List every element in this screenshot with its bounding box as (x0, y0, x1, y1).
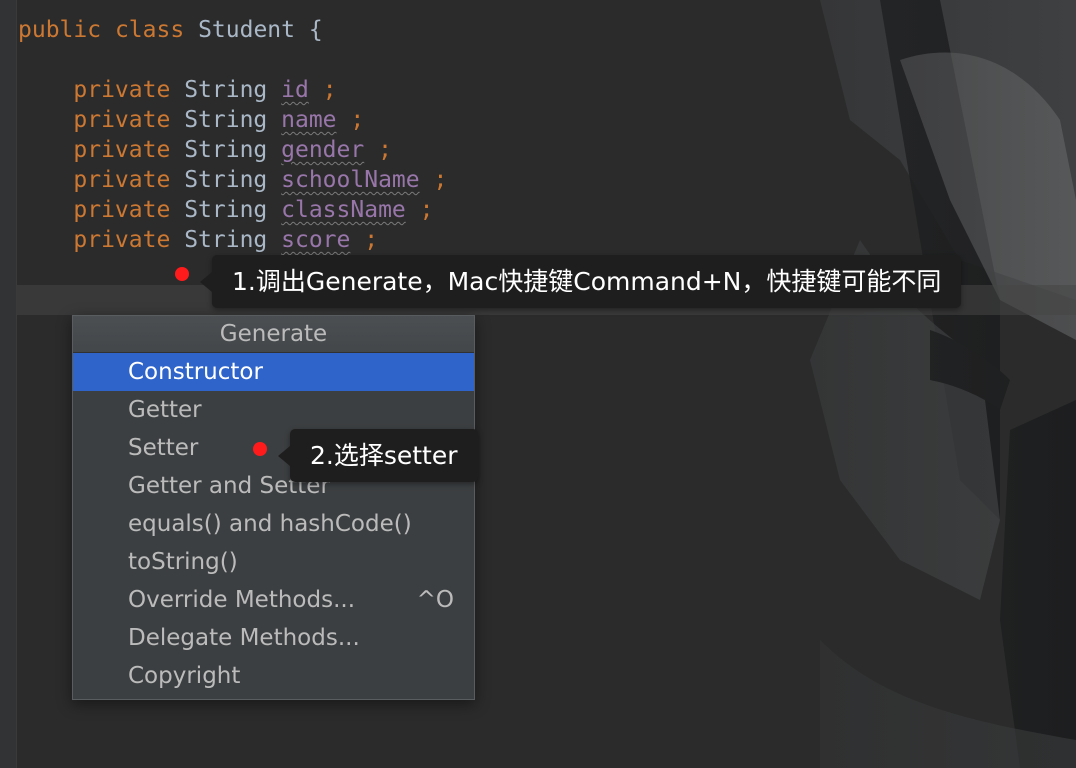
field-modifier: private (73, 77, 171, 103)
callout-step2: 2.选择setter (278, 429, 478, 482)
menu-item-copyright[interactable]: Copyright (73, 657, 474, 695)
menu-item-label: Override Methods... (128, 587, 356, 613)
shortcut-label: ^O (416, 587, 454, 613)
field-type: String (184, 227, 268, 253)
field-type: String (184, 167, 268, 193)
field-type: String (184, 197, 268, 223)
popup-title: Generate (73, 316, 474, 353)
field-name: className (281, 197, 406, 223)
field-type: String (184, 77, 268, 103)
field-modifier: private (73, 227, 171, 253)
field-semicolon: ; (433, 167, 448, 193)
field-semicolon: ; (350, 107, 365, 133)
field-modifier: private (73, 197, 171, 223)
field-name: name (281, 107, 337, 133)
field-line-gender[interactable]: private String gender ; (18, 135, 392, 165)
field-semicolon: ; (419, 197, 434, 223)
menu-item-equals-hashcode[interactable]: equals() and hashCode() (73, 505, 474, 543)
field-semicolon: ; (322, 77, 337, 103)
keyword-public: public (18, 17, 102, 43)
menu-item-constructor[interactable]: Constructor (73, 353, 474, 391)
field-modifier: private (73, 137, 171, 163)
marker-dot-step2 (253, 442, 267, 456)
keyword-class: class (114, 17, 185, 43)
field-semicolon: ; (378, 137, 392, 163)
field-line-schoolname[interactable]: private String schoolName ; (18, 165, 447, 195)
field-type: String (184, 107, 268, 133)
menu-item-getter[interactable]: Getter (73, 391, 474, 429)
field-line-name[interactable]: private String name ; (18, 105, 364, 135)
open-brace: { (308, 17, 323, 43)
class-name: Student (198, 17, 295, 43)
field-name: score (281, 227, 351, 253)
field-modifier: private (73, 167, 171, 193)
field-name: gender (281, 137, 365, 163)
field-line-score[interactable]: private String score ; (18, 225, 378, 255)
field-line-id[interactable]: private String id ; (18, 75, 337, 105)
editor-gutter (0, 0, 17, 768)
menu-item-delegate-methods[interactable]: Delegate Methods... (73, 619, 474, 657)
field-type: String (184, 137, 268, 163)
marker-dot-step1 (175, 267, 189, 281)
generate-popup-menu[interactable]: Generate Constructor Getter Setter Gette… (72, 315, 475, 700)
field-line-classname[interactable]: private String className ; (18, 195, 433, 225)
callout-step1: 1.调出Generate，Mac快捷键Command+N，快捷键可能不同 (199, 255, 962, 308)
field-name: id (281, 77, 309, 103)
field-semicolon: ; (364, 227, 379, 253)
field-modifier: private (73, 107, 171, 133)
class-declaration-line[interactable]: public class Student { (18, 15, 323, 45)
field-name: schoolName (281, 167, 420, 193)
menu-item-override-methods[interactable]: Override Methods... ^O (73, 581, 474, 619)
menu-item-tostring[interactable]: toString() (73, 543, 474, 581)
